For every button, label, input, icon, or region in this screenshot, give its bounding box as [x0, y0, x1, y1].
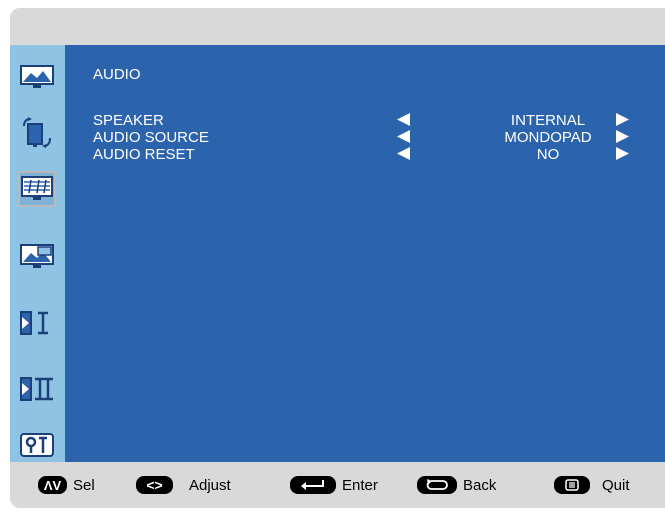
input-1-icon[interactable]	[18, 305, 56, 341]
hint-enter-label: Enter	[342, 476, 378, 494]
menu-row-value: INTERNAL	[510, 112, 586, 129]
menu-key-icon	[554, 476, 590, 494]
left-right-key-icon: <>	[136, 476, 173, 494]
pip-icon[interactable]	[18, 239, 56, 275]
back-key-icon	[417, 476, 457, 494]
right-arrow-icon[interactable]	[616, 147, 629, 160]
menu-row-audio-reset[interactable]: AUDIO RESET NO	[93, 146, 653, 163]
hint-adjust-label: Adjust	[189, 476, 231, 494]
hint-quit: Quit	[554, 462, 630, 508]
right-arrow-icon[interactable]	[616, 130, 629, 143]
hint-select: ΛV Sel	[38, 462, 95, 508]
key-hint-bar: ΛV Sel <> Adjust Enter Back Quit	[10, 462, 665, 508]
hint-back: Back	[417, 462, 496, 508]
menu-row-value: MONDOPAD	[504, 129, 592, 146]
screen-rotate-icon[interactable]	[18, 115, 56, 151]
hint-select-label: Sel	[73, 476, 95, 494]
hint-back-label: Back	[463, 476, 497, 494]
settings-icon[interactable]	[18, 427, 56, 463]
audio-icon[interactable]	[18, 171, 56, 207]
menu-row-audio-source[interactable]: AUDIO SOURCE MONDOPAD	[93, 129, 653, 146]
hint-enter: Enter	[290, 462, 378, 508]
picture-icon[interactable]	[18, 59, 56, 95]
top-bar	[10, 8, 665, 45]
hint-quit-label: Quit	[602, 476, 630, 494]
left-arrow-icon[interactable]	[397, 147, 410, 160]
right-arrow-icon[interactable]	[616, 113, 629, 126]
osd-window: AUDIO SPEAKER INTERNAL AUDIO SOURCE MOND…	[10, 8, 665, 508]
enter-key-icon	[290, 476, 336, 494]
menu-row-speaker[interactable]: SPEAKER INTERNAL	[93, 112, 653, 129]
menu-row-value: NO	[536, 146, 560, 163]
input-2-icon[interactable]	[18, 371, 56, 407]
menu-title: AUDIO	[93, 66, 141, 83]
menu-row-label: SPEAKER	[93, 112, 164, 129]
audio-menu-panel: AUDIO SPEAKER INTERNAL AUDIO SOURCE MOND…	[65, 45, 665, 462]
up-down-key-icon: ΛV	[38, 476, 67, 494]
left-arrow-icon[interactable]	[397, 130, 410, 143]
menu-row-label: AUDIO SOURCE	[93, 129, 209, 146]
hint-adjust: <> Adjust	[136, 462, 231, 508]
sidebar	[10, 45, 65, 462]
menu-row-label: AUDIO RESET	[93, 146, 195, 163]
left-arrow-icon[interactable]	[397, 113, 410, 126]
